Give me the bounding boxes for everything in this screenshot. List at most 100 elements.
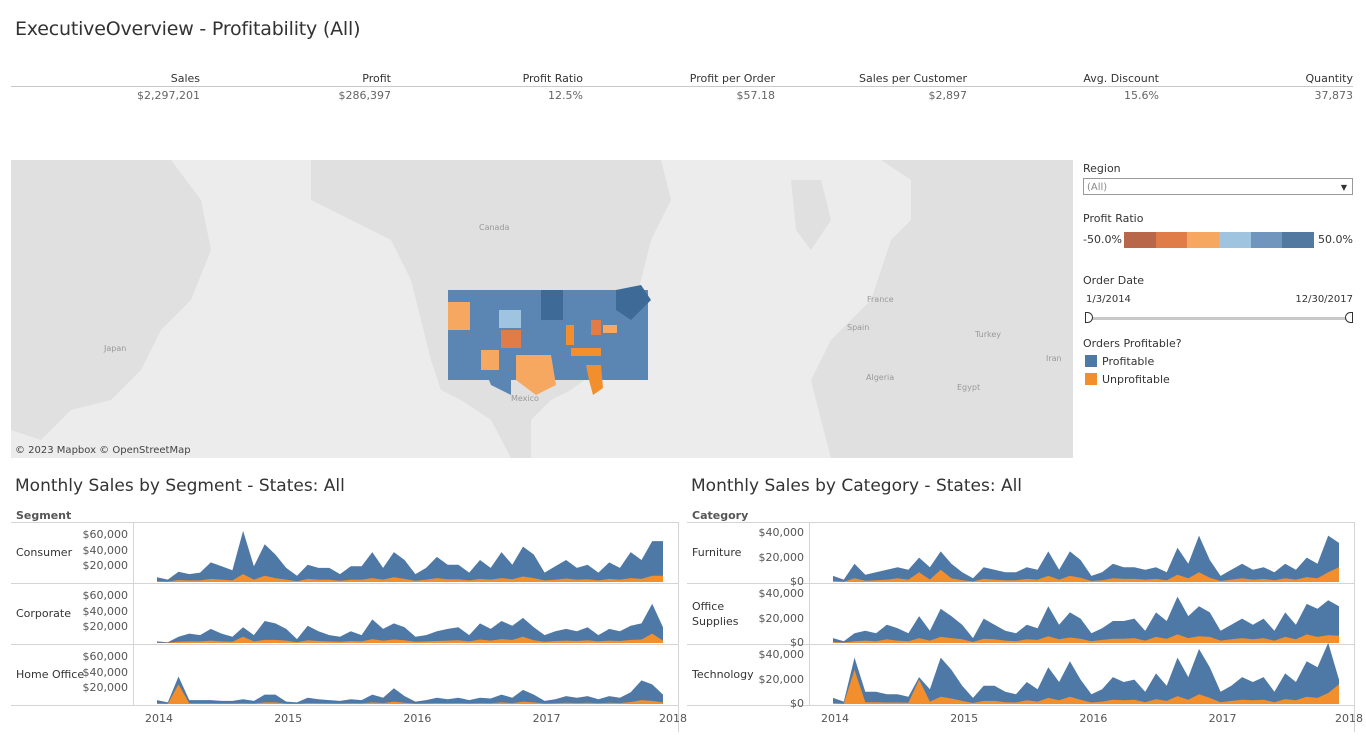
kpi-sales-per-customer[interactable]: Sales per Customer $2,897 xyxy=(859,72,967,102)
legend-unprofitable[interactable]: Unprofitable xyxy=(1085,373,1170,386)
y-tick-label: $0 xyxy=(790,697,804,710)
order-date-slider-track[interactable] xyxy=(1087,317,1349,320)
x-tick-label: 2018 xyxy=(1335,712,1363,725)
x-tick-label: 2017 xyxy=(1208,712,1237,725)
state-oregon[interactable] xyxy=(448,302,470,330)
state-ohio[interactable] xyxy=(591,320,601,335)
y-tick-label: $20,000 xyxy=(82,620,129,634)
map-label-france: France xyxy=(867,295,894,304)
area-sales-1[interactable] xyxy=(157,603,663,643)
row-label: Furniture xyxy=(692,545,742,559)
x-tick-label: 2016 xyxy=(403,712,432,725)
kpi-value: 37,873 xyxy=(1314,89,1354,102)
kpi-profit-ratio[interactable]: Profit Ratio 12.5% xyxy=(523,72,583,102)
kpi-bar: Sales $2,297,201 Profit $286,397 Profit Rati… xyxy=(11,72,1353,112)
kpi-value: $286,397 xyxy=(338,89,392,102)
y-tick-label: $60,000 xyxy=(82,527,129,541)
state-illinois[interactable] xyxy=(566,325,574,345)
row-label: Corporate xyxy=(16,606,71,620)
map-label-japan: Japan xyxy=(104,344,127,353)
y-tick-label: $40,000 xyxy=(82,543,129,557)
profit-ratio-max: 50.0% xyxy=(1318,233,1353,246)
legend-unprofitable-label: Unprofitable xyxy=(1102,373,1170,386)
x-tick-label: 2018 xyxy=(659,712,687,725)
map-label-canada: Canada xyxy=(479,223,510,232)
map-label-spain: Spain xyxy=(847,323,870,332)
row-label: Technology xyxy=(692,667,754,681)
orders-profitable-title: Orders Profitable? xyxy=(1083,337,1182,350)
kpi-profit[interactable]: Profit $286,397 xyxy=(339,72,392,102)
order-date-slider-start-handle[interactable] xyxy=(1085,312,1093,323)
kpi-label: Sales xyxy=(170,72,200,85)
map-label-mexico: Mexico xyxy=(511,394,539,403)
map[interactable]: Canada Japan Mexico France Spain Algeria… xyxy=(11,160,1073,458)
legend-profitable-swatch xyxy=(1085,355,1097,367)
kpi-label: Quantity xyxy=(1305,72,1353,85)
segment-row-header: Segment xyxy=(16,509,72,522)
y-tick-label: $20,000 xyxy=(758,550,805,564)
order-date-slider-end-handle[interactable] xyxy=(1345,312,1353,323)
area-sales-0[interactable] xyxy=(157,530,663,582)
map-svg[interactable] xyxy=(11,160,1073,458)
profit-ratio-swatch[interactable] xyxy=(1155,232,1188,248)
profit-ratio-min: -50.0% xyxy=(1083,233,1122,246)
kpi-avg-discount[interactable]: Avg. Discount 15.6% xyxy=(1083,72,1159,102)
legend-profitable-label: Profitable xyxy=(1102,355,1155,368)
map-label-iran: Iran xyxy=(1046,354,1062,363)
y-tick-label: $40,000 xyxy=(758,526,805,540)
kpi-value: 15.6% xyxy=(1124,89,1159,102)
order-date-start: 1/3/2014 xyxy=(1086,294,1131,305)
y-tick-label: $0 xyxy=(790,575,804,588)
profit-ratio-swatch[interactable] xyxy=(1187,232,1220,248)
profit-ratio-swatch[interactable] xyxy=(1250,232,1283,248)
area-sales-0[interactable] xyxy=(833,535,1339,582)
profit-ratio-swatch[interactable] xyxy=(1124,232,1156,248)
state-colorado[interactable] xyxy=(501,330,521,348)
order-date-end: 12/30/2017 xyxy=(1295,294,1353,305)
profit-ratio-swatch[interactable] xyxy=(1219,232,1251,248)
order-date-title: Order Date xyxy=(1083,274,1145,287)
state-minnesota[interactable] xyxy=(541,290,563,320)
y-tick-label: $20,000 xyxy=(758,611,805,625)
state-wyoming[interactable] xyxy=(499,310,521,328)
segment-chart[interactable]: Consumer $60,000 $40,000 $20,000 Corporate $6… xyxy=(11,522,687,732)
map-label-algeria: Algeria xyxy=(866,373,895,382)
kpi-label: Avg. Discount xyxy=(1083,72,1159,85)
kpi-value: $2,297,201 xyxy=(137,89,200,102)
y-tick-label: $20,000 xyxy=(758,672,805,686)
category-chart[interactable]: Furniture $40,000 $20,000 $0 Office Supplies… xyxy=(687,522,1363,732)
y-tick-label: $40,000 xyxy=(82,604,129,618)
x-tick-label: 2014 xyxy=(821,712,849,725)
area-sales-1[interactable] xyxy=(833,596,1339,643)
state-pennsylvania[interactable] xyxy=(603,325,617,333)
region-dropdown[interactable]: (All) ▼ xyxy=(1083,178,1353,195)
state-tennessee[interactable] xyxy=(571,348,601,356)
profit-ratio-title: Profit Ratio xyxy=(1083,212,1144,225)
area-sales-2[interactable] xyxy=(157,676,663,705)
profit-ratio-swatch[interactable] xyxy=(1282,232,1315,248)
row-label: Consumer xyxy=(16,545,73,559)
y-tick-label: $40,000 xyxy=(758,648,805,662)
kpi-label: Profit Ratio xyxy=(522,72,583,85)
kpi-profit-per-order[interactable]: Profit per Order $57.18 xyxy=(690,72,775,102)
x-tick-label: 2015 xyxy=(950,712,979,725)
y-tick-label: $40,000 xyxy=(82,665,129,679)
region-filter-title: Region xyxy=(1083,162,1121,175)
state-arizona[interactable] xyxy=(481,350,499,370)
map-attribution[interactable]: © 2023 Mapbox © OpenStreetMap xyxy=(15,445,191,456)
chevron-down-icon[interactable]: ▼ xyxy=(1341,179,1347,196)
row-label: Home Office xyxy=(16,667,85,681)
y-tick-label: $20,000 xyxy=(82,681,129,695)
legend-profitable[interactable]: Profitable xyxy=(1085,355,1154,368)
kpi-quantity[interactable]: Quantity 37,873 xyxy=(1305,72,1353,102)
legend-unprofitable-swatch xyxy=(1085,373,1097,385)
segment-panel-title: Monthly Sales by Segment - States: All xyxy=(15,476,345,496)
kpi-value: 12.5% xyxy=(548,89,583,102)
profit-ratio-color-scale[interactable] xyxy=(1124,232,1315,248)
area-sales-2[interactable] xyxy=(833,642,1339,704)
y-tick-label: $60,000 xyxy=(82,649,129,663)
us-states[interactable] xyxy=(448,285,651,395)
kpi-sales[interactable]: Sales $2,297,201 xyxy=(137,72,200,102)
filter-panel: Region (All) ▼ Profit Ratio -50.0% 50.0%… xyxy=(1083,160,1355,458)
y-tick-label: $20,000 xyxy=(82,559,129,573)
